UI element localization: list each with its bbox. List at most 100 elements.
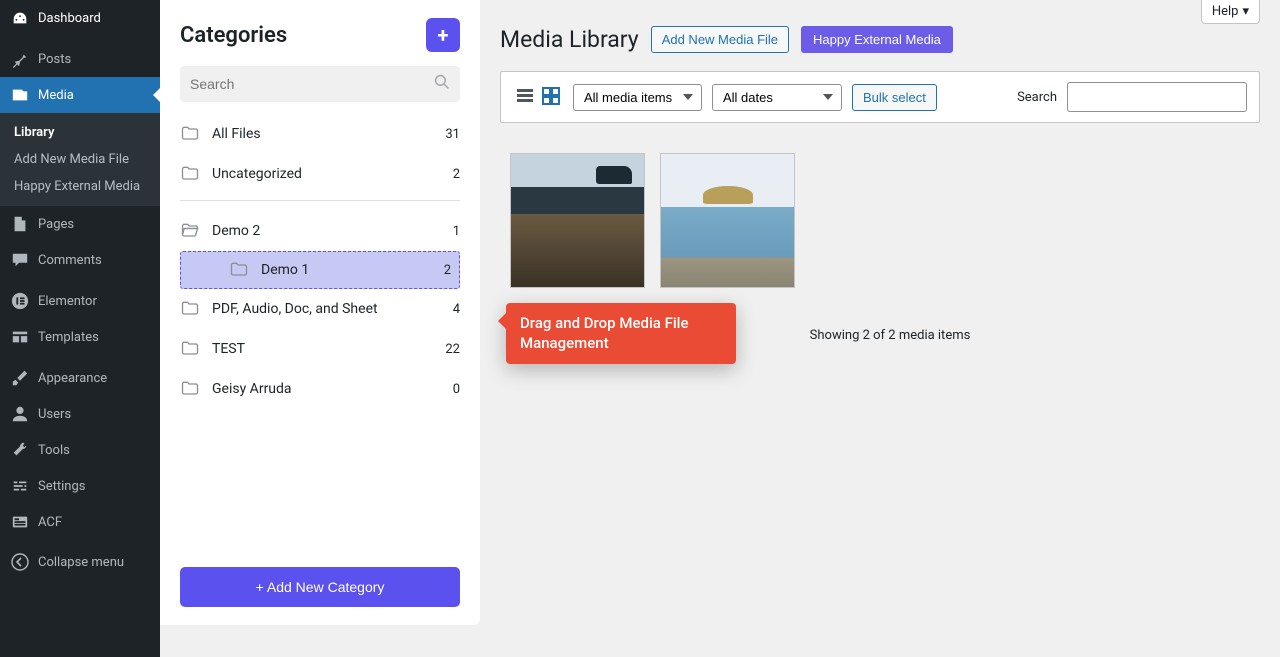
list-icon [515,86,535,109]
nav-users[interactable]: Users [0,396,160,432]
folder-icon [180,299,200,319]
category-demo-1[interactable]: Demo 1 2 [180,251,460,289]
nav-label: Posts [38,52,71,67]
add-category-icon-button[interactable]: + [426,18,460,52]
nav-label: Users [38,407,71,422]
nav-label: Settings [38,479,85,494]
category-all-files[interactable]: All Files 31 [180,114,460,154]
chevron-down-icon: ▾ [1242,4,1249,19]
categories-title: Categories [180,23,287,48]
callout-tooltip: Drag and Drop Media File Management [506,303,736,364]
sliders-icon [10,476,30,496]
nav-label: Comments [38,253,102,268]
plus-icon: + [438,23,449,47]
wrench-icon [10,440,30,460]
nav-elementor[interactable]: Elementor [0,283,160,319]
grid-icon [541,86,561,109]
nav-settings[interactable]: Settings [0,468,160,504]
subnav-library[interactable]: Library [0,119,160,146]
page-icon [10,214,30,234]
search-label: Search [1017,90,1057,105]
nav-label: Templates [38,330,99,345]
pin-icon [10,49,30,69]
category-name: Uncategorized [212,166,453,182]
nav-label: ACF [38,515,62,530]
folder-icon [180,379,200,399]
media-toolbar: All media items All dates Bulk select Se… [500,71,1260,123]
subnav-happy-external[interactable]: Happy External Media [0,173,160,200]
category-geisy[interactable]: Geisy Arruda 0 [180,369,460,409]
category-count: 22 [445,342,460,357]
nav-label: Dashboard [38,11,101,26]
media-thumbnail[interactable] [660,153,795,288]
folder-icon [180,339,200,359]
elementor-icon [10,291,30,311]
nav-label: Media [38,88,74,103]
templates-icon [10,327,30,347]
view-list-button[interactable] [513,85,537,109]
nav-pages[interactable]: Pages [0,206,160,242]
folder-icon [180,164,200,184]
category-count: 0 [453,382,460,397]
folder-icon [180,124,200,144]
comment-icon [10,250,30,270]
add-new-category-button[interactable]: + Add New Category [180,567,460,607]
category-name: Demo 1 [261,262,444,278]
nav-tools[interactable]: Tools [0,432,160,468]
folder-icon [229,260,249,280]
category-count: 2 [444,263,451,278]
collapse-menu[interactable]: Collapse menu [0,544,160,580]
collapse-icon [10,552,30,572]
category-count: 4 [453,302,460,317]
nav-dashboard[interactable]: Dashboard [0,0,160,36]
media-thumbnail[interactable] [510,153,645,288]
nav-label: Appearance [38,371,107,386]
category-count: 1 [453,224,460,239]
media-type-filter[interactable]: All media items [573,84,702,111]
nav-comments[interactable]: Comments [0,242,160,278]
admin-sidebar: Dashboard Posts Media Library Add New Me… [0,0,160,657]
help-label: Help [1212,4,1239,19]
category-uncategorized[interactable]: Uncategorized 2 [180,154,460,194]
nav-label: Pages [38,217,74,232]
brush-icon [10,368,30,388]
happy-external-media-button[interactable]: Happy External Media [801,26,953,53]
gauge-icon [10,8,30,28]
media-search-input[interactable] [1067,82,1247,112]
media-icon [10,85,30,105]
category-name: Demo 2 [212,223,453,239]
nav-media[interactable]: Media [0,77,160,113]
user-icon [10,404,30,424]
category-name: All Files [212,126,445,142]
page-title: Media Library [500,26,639,53]
category-name: PDF, Audio, Doc, and Sheet [212,301,453,317]
category-count: 31 [445,127,460,142]
add-new-media-button[interactable]: Add New Media File [651,26,789,53]
acf-icon [10,512,30,532]
nav-media-submenu: Library Add New Media File Happy Externa… [0,113,160,206]
nav-label: Elementor [38,294,97,309]
nav-posts[interactable]: Posts [0,41,160,77]
search-icon [434,74,450,94]
category-name: TEST [212,341,445,357]
category-search[interactable] [180,66,460,102]
media-grid [510,153,1260,288]
nav-acf[interactable]: ACF [0,504,160,540]
help-button[interactable]: Help ▾ [1201,0,1260,24]
category-demo-2[interactable]: Demo 2 1 [180,211,460,251]
category-pdf-audio[interactable]: PDF, Audio, Doc, and Sheet 4 [180,289,460,329]
category-list: All Files 31 Uncategorized 2 Demo 2 1 De… [180,114,460,567]
category-test[interactable]: TEST 22 [180,329,460,369]
collapse-label: Collapse menu [38,555,124,570]
view-grid-button[interactable] [539,85,563,109]
nav-templates[interactable]: Templates [0,319,160,355]
nav-appearance[interactable]: Appearance [0,360,160,396]
subnav-add-new[interactable]: Add New Media File [0,146,160,173]
category-name: Geisy Arruda [212,381,453,397]
folder-open-icon [180,221,200,241]
date-filter[interactable]: All dates [712,84,842,111]
nav-label: Tools [38,443,70,458]
bulk-select-button[interactable]: Bulk select [852,84,937,111]
category-search-input[interactable] [190,76,434,92]
categories-panel: Categories + All Files 31 Uncategorized … [160,0,480,625]
